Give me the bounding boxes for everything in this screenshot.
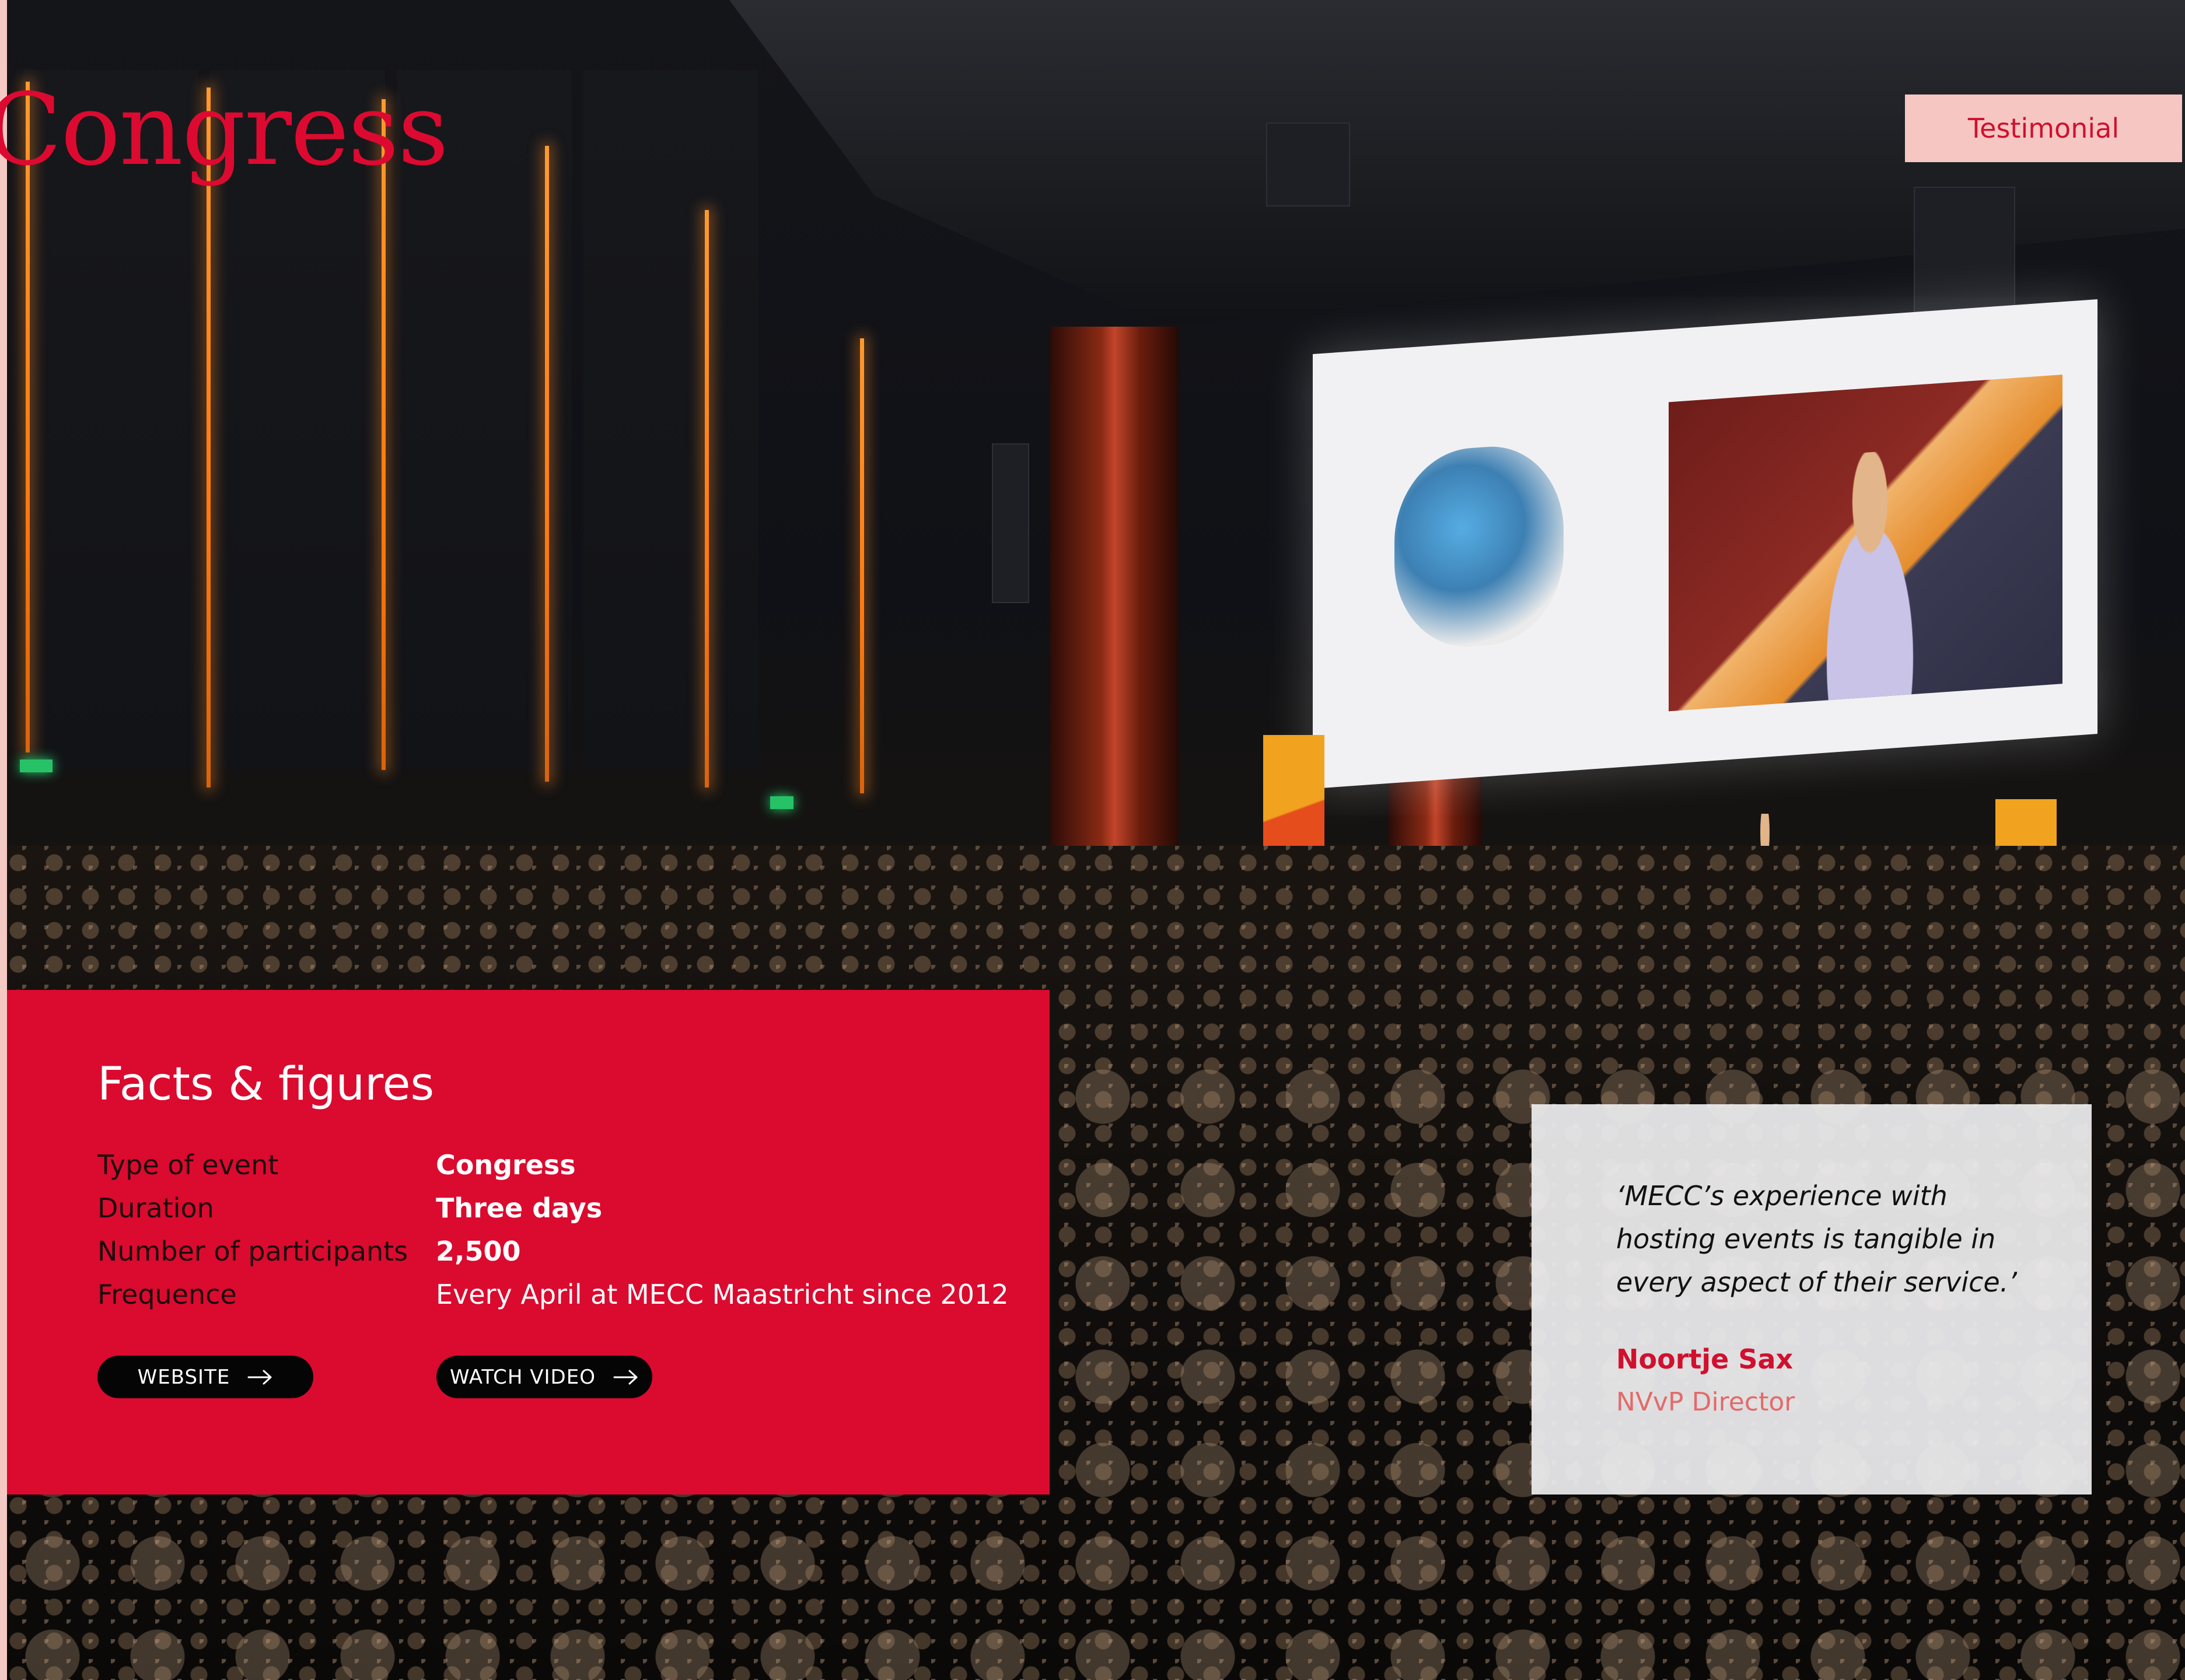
wall-panel	[583, 70, 758, 770]
fact-value: Every April at MECC Maastricht since 201…	[436, 1279, 1009, 1310]
watch-video-button-label: WATCH VIDEO	[450, 1365, 596, 1389]
line-array-speaker	[992, 443, 1029, 603]
wall-light-strip	[382, 99, 386, 770]
facts-figures-panel: Facts & figures Type of event Congress D…	[7, 990, 1050, 1494]
speaker-on-screen	[1803, 447, 1937, 702]
wall-light-strip	[705, 210, 709, 788]
fact-label: Number of participants	[97, 1236, 408, 1267]
exit-sign	[20, 760, 53, 772]
fact-value: Congress	[436, 1149, 576, 1181]
page-title: Congress	[0, 72, 449, 188]
fact-row-type: Type of event Congress	[97, 1144, 576, 1185]
screen-artwork	[1394, 441, 1564, 652]
testimonial-author-role: NVvP Director	[1616, 1387, 1795, 1417]
screen-video-feed	[1669, 374, 2062, 712]
wall-light-strip	[207, 88, 211, 788]
exit-sign	[770, 796, 793, 809]
page-edge-strip	[0, 0, 7, 1680]
testimonial-card: ‘MECC’s experience with hosting events i…	[1532, 1104, 2092, 1494]
wall-light-strip	[545, 146, 549, 782]
testimonial-quote: ‘MECC’s experience with hosting events i…	[1616, 1180, 2017, 1298]
fact-label: Duration	[97, 1192, 214, 1224]
testimonial-author-name: Noortje Sax	[1616, 1343, 1794, 1375]
wall-light-strip	[860, 338, 864, 793]
website-button[interactable]: WEBSITE	[97, 1356, 313, 1398]
ceiling-speaker	[1266, 123, 1350, 206]
stage-curtain	[1050, 327, 1179, 910]
arrow-right-icon	[613, 1370, 638, 1384]
testimonial-badge: Testimonial	[1905, 94, 2182, 162]
fact-value: Three days	[436, 1192, 603, 1224]
website-button-label: WEBSITE	[137, 1365, 230, 1389]
facts-title: Facts & figures	[97, 1058, 435, 1111]
projection-screen	[1313, 299, 2097, 789]
fact-row-frequence: Frequence Every April at MECC Maastricht…	[97, 1274, 1009, 1315]
fact-row-duration: Duration Three days	[97, 1188, 602, 1228]
fact-value: 2,500	[436, 1236, 521, 1267]
fact-label: Type of event	[97, 1149, 279, 1181]
arrow-right-icon	[247, 1370, 272, 1384]
watch-video-button[interactable]: WATCH VIDEO	[436, 1356, 652, 1398]
fact-label: Frequence	[97, 1279, 237, 1310]
fact-row-participants: Number of participants 2,500	[97, 1231, 521, 1272]
